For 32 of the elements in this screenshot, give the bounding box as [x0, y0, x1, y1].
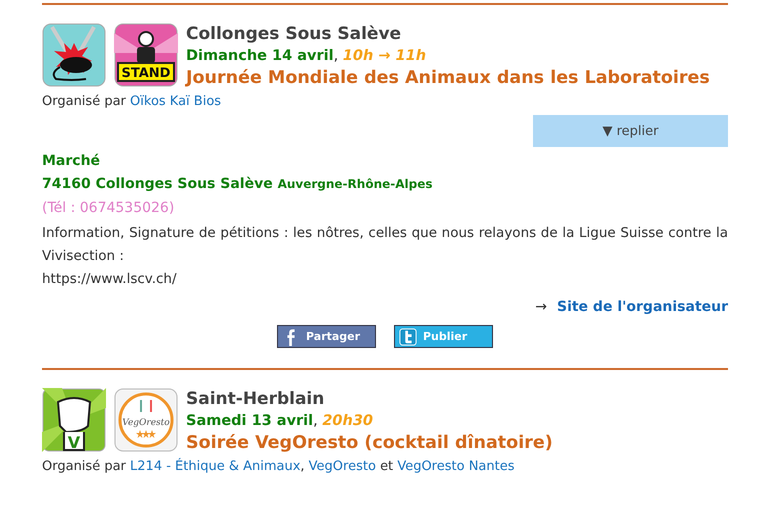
arrow-icon: → [535, 295, 547, 319]
event-date: Dimanche 14 avril [186, 48, 334, 64]
organizer-link[interactable]: Oïkos Kaï Bios [130, 94, 222, 109]
event-time: 10h → 11h [342, 48, 426, 64]
date-separator: , [313, 413, 318, 429]
address: 74160 Collonges Sous Salève [42, 176, 273, 192]
collapse-button[interactable]: ▼ replier [533, 115, 728, 147]
event-time: 20h30 [322, 413, 374, 429]
twitter-icon [399, 328, 417, 346]
date-separator: , [334, 48, 338, 64]
venue-name: Marché [42, 152, 102, 171]
phone-number: (Tél : 0674535026) [42, 199, 176, 218]
event-date: Samedi 13 avril [186, 413, 314, 429]
event-place: Saint-Herblain [185, 388, 326, 410]
organizer-site-link[interactable]: Site de l'organisateur [556, 295, 728, 319]
stand-icon: STAND [114, 23, 178, 87]
organizer-line: Organisé par Oïkos Kaï Bios [42, 93, 222, 111]
vegoresto-logo-icon: VegOresto [114, 388, 178, 452]
description-text: Information, Signature de pétitions : les nôtres, celles que nous relayons de la Ligue Suisse contre la Vivisection : [42, 224, 728, 266]
organizer-link[interactable]: VegOresto [308, 459, 376, 474]
rat-icon [42, 23, 106, 87]
event-title: Journée Mondiale des Animaux dans les Laboratoires [186, 68, 710, 88]
event-title: Soirée VegOresto (cocktail dînatoire) [186, 433, 553, 453]
fist-icon: V [42, 388, 106, 452]
region: Auvergne-Rhône-Alpes [278, 177, 432, 191]
organizer-link[interactable]: VegOresto Nantes [397, 459, 514, 474]
organizer-link[interactable]: L214 - Éthique & Animaux [130, 459, 300, 474]
event-place: Collonges Sous Salève [185, 23, 402, 45]
facebook-share-button[interactable]: Partager [277, 325, 376, 348]
description-text: https://www.lscv.ch/ [42, 270, 178, 289]
twitter-share-button[interactable]: Publier [394, 325, 493, 348]
organizer-line: Organisé par L214 - Éthique & Animaux, VegOresto et VegOresto Nantes [42, 457, 516, 476]
